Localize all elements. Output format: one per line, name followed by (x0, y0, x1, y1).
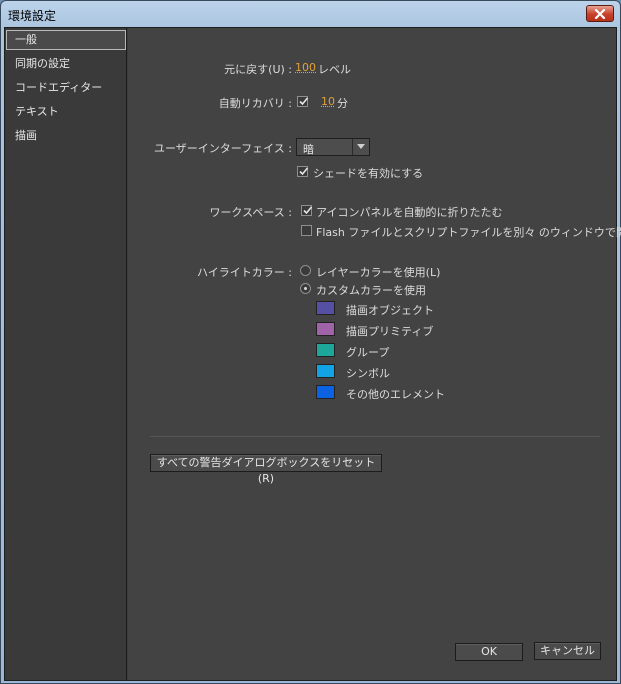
ui-theme-dropdown[interactable]: 暗 (296, 138, 370, 156)
checkmark-icon (303, 206, 313, 215)
window-title: 環境設定 (8, 9, 57, 23)
color-swatch-drawing-object[interactable] (316, 301, 335, 315)
sidebar-item-sync-settings[interactable]: 同期の設定 (6, 54, 126, 74)
checkmark-icon (299, 167, 309, 176)
use-custom-color-label: カスタムカラーを使用 (316, 284, 426, 297)
category-sidebar: 一般 同期の設定 コードエディター テキスト 描画 (5, 28, 127, 680)
autorecover-checkbox[interactable] (297, 96, 309, 107)
client-area: 一般 同期の設定 コードエディター テキスト 描画 元に戻す(U) : 100 … (4, 27, 621, 681)
sidebar-item-drawing[interactable]: 描画 (6, 126, 126, 146)
enable-shading-label: シェードを有効にする (313, 167, 424, 180)
undo-unit: レベル (318, 63, 351, 76)
autorecover-minutes-value[interactable]: 10 (321, 95, 335, 108)
color-swatch-drawing-primitive[interactable] (316, 322, 335, 336)
separate-windows-checkbox[interactable] (301, 225, 312, 236)
color-label-drawing-primitive: 描画プリミティブ (346, 325, 434, 338)
ui-theme-value: 暗 (303, 143, 314, 156)
use-layer-color-radio[interactable] (300, 265, 311, 276)
dropdown-arrow (352, 139, 369, 155)
chevron-down-icon (357, 144, 365, 149)
color-label-symbol: シンボル (346, 367, 390, 380)
separate-windows-label: Flash ファイルとスクリプトファイルを別々 のウィンドウで開く (316, 226, 621, 239)
sidebar-item-general[interactable]: 一般 (6, 30, 126, 50)
close-button[interactable] (586, 5, 614, 22)
section-divider (150, 436, 600, 437)
color-swatch-symbol[interactable] (316, 364, 335, 378)
enable-shading-checkbox[interactable] (297, 166, 309, 177)
checkmark-icon (299, 97, 309, 106)
cancel-button[interactable]: キャンセル (534, 642, 601, 660)
undo-levels-value[interactable]: 100 (295, 61, 316, 74)
close-icon (594, 8, 606, 19)
auto-collapse-checkbox[interactable] (301, 205, 313, 216)
use-layer-color-label: レイヤーカラーを使用(L) (316, 266, 441, 279)
ok-button[interactable]: OK (455, 643, 523, 661)
undo-label: 元に戻す(U) : (224, 63, 292, 76)
color-label-group: グループ (346, 346, 390, 359)
sidebar-item-text[interactable]: テキスト (6, 102, 126, 122)
color-swatch-other-elements[interactable] (316, 385, 335, 399)
radio-selected-dot (304, 287, 307, 290)
highlight-color-label: ハイライトカラー : (197, 266, 292, 279)
ui-theme-label: ユーザーインターフェイス : (154, 142, 292, 155)
color-label-other-elements: その他のエレメント (346, 388, 445, 401)
use-custom-color-radio[interactable] (300, 283, 311, 294)
reset-warning-dialogs-button[interactable]: すべての警告ダイアログボックスをリセット(R) (150, 454, 382, 485)
auto-collapse-label: アイコンパネルを自動的に折りたたむ (316, 206, 503, 219)
autorecover-label: 自動リカバリ : (218, 97, 292, 110)
general-panel: 元に戻す(U) : 100 レベル 自動リカバリ : 10 分 ユーザーインター… (128, 28, 621, 680)
preferences-window: 環境設定 一般 同期の設定 コードエディター テキスト 描画 元に戻す(U) :… (0, 0, 621, 684)
title-bar[interactable]: 環境設定 (1, 1, 620, 27)
color-label-drawing-object: 描画オブジェクト (346, 304, 434, 317)
autorecover-unit: 分 (337, 97, 348, 110)
workspace-label: ワークスペース : (209, 206, 292, 219)
color-swatch-group[interactable] (316, 343, 335, 357)
sidebar-item-code-editor[interactable]: コードエディター (6, 78, 126, 98)
